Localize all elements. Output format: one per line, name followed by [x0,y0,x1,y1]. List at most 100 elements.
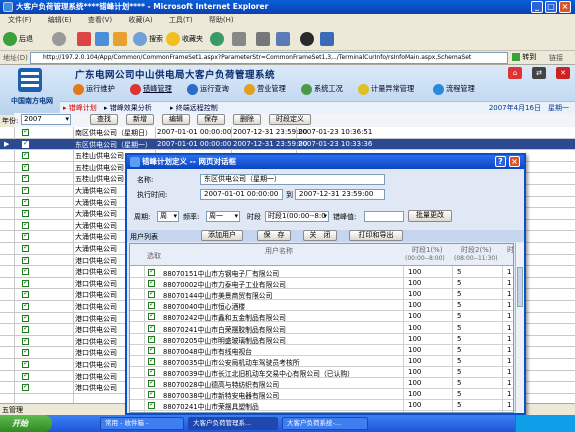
maximize-button[interactable]: □ [545,1,557,13]
year-select[interactable]: 2007 ▾ [21,114,71,125]
subnav-remote-control[interactable]: ▸ 终端远程控制 [170,103,218,113]
user-slot3[interactable]: 1 [507,312,511,320]
user-slot3[interactable]: 1 [507,290,511,298]
user-slot2[interactable]: 5 [457,379,461,387]
mail-button[interactable] [232,30,248,48]
user-checkbox[interactable] [148,323,155,332]
user-row[interactable]: 88070241中山市白荣摆胶制品有限公司 100 5 1 [130,323,513,334]
user-checkbox[interactable] [148,311,155,321]
dialog-help-button[interactable]: ? [495,156,506,167]
row-checkbox[interactable] [22,324,29,334]
user-checkbox[interactable] [148,278,155,288]
user-checkbox[interactable] [148,400,155,410]
exec-start-input[interactable]: 2007-01-01 00:00:00 [200,189,283,200]
back-button[interactable]: 后退 [3,30,33,48]
batch-change-button[interactable]: 批量更改 [408,210,452,222]
row-checkbox[interactable] [22,243,29,252]
user-slot3[interactable]: 1 [507,379,511,387]
user-checkbox[interactable] [148,345,155,354]
period-select[interactable]: 周 [157,211,179,222]
user-table-scrollbar[interactable] [515,243,524,413]
user-row[interactable]: 88070028中山德高与特纺织有限公司 100 5 1 [130,378,513,390]
user-checkbox[interactable] [148,356,155,365]
user-slot1[interactable]: 100 [408,312,421,320]
dialog-save-button[interactable]: 保 存 [257,230,291,241]
user-slot2[interactable]: 5 [457,324,461,332]
user-slot1[interactable]: 100 [408,290,421,298]
menu-file[interactable]: 文件(F) [8,16,32,24]
user-slot2[interactable]: 5 [457,301,461,309]
add-user-button[interactable]: 添加用户 [201,230,243,241]
user-checkbox[interactable] [148,289,155,299]
user-row[interactable]: 88070151中山市方钢电子厂有限公司 100 5 1 [130,267,513,279]
user-slot1[interactable]: 100 [408,301,421,309]
user-slot3[interactable]: 1 [507,368,511,376]
user-slot3[interactable]: 1 [507,301,511,309]
user-slot3[interactable]: 1 [507,279,511,287]
user-slot1[interactable]: 100 [408,346,421,354]
print-button[interactable] [256,30,272,48]
forward-button[interactable] [52,30,68,48]
user-slot2[interactable]: 5 [457,346,461,354]
nav-business-management[interactable]: 营业管理 [244,82,286,96]
switch-icon[interactable]: ⇄ [532,67,546,79]
period-define-button[interactable]: 时段定义 [269,114,311,125]
home-icon[interactable]: ⌂ [508,67,522,79]
user-slot1[interactable]: 100 [408,401,421,409]
nav-run-maintenance[interactable]: 运行维护 [73,82,115,96]
save-record-button[interactable]: 保存 [197,114,225,125]
row-checkbox[interactable] [22,359,29,368]
user-slot3[interactable]: 1 [507,401,511,409]
row-checkbox[interactable] [22,336,29,345]
user-row[interactable]: 88070040中山市恒心酒楼 100 5 1 [130,300,513,312]
user-slot2[interactable]: 5 [457,279,461,287]
user-slot2[interactable]: 5 [457,390,461,398]
menu-favorites[interactable]: 收藏(A) [128,16,152,24]
row-checkbox[interactable] [22,173,29,183]
home-button[interactable] [113,30,129,48]
user-row[interactable]: 88070035中山市公安局机动车驾驶员考核所 100 5 1 [130,356,513,367]
menu-edit[interactable]: 编辑(E) [48,16,72,24]
user-row[interactable]: 88070048中山市有线电视台 100 5 1 [130,345,513,356]
search-button[interactable]: 搜索 [133,30,163,48]
exec-end-input[interactable]: 2007-12-31 23:59:00 [295,189,385,200]
user-slot2[interactable]: 5 [457,335,461,343]
user-slot1[interactable]: 100 [408,379,421,387]
slot-select[interactable]: 时段1(00:00--8:0 [265,211,329,222]
user-slot1[interactable]: 100 [408,368,421,376]
user-slot1[interactable]: 100 [408,324,421,332]
edit-record-button[interactable]: 编辑 [162,114,190,125]
go-button[interactable]: 转到 [512,52,536,62]
address-input[interactable]: http://197.2.0.104/App/Common/CommonFram… [30,52,508,64]
messenger-button[interactable] [300,30,316,48]
user-slot2[interactable]: 5 [457,401,461,409]
subnav-peak-plan[interactable]: ▸ 错峰计划 [63,103,97,113]
user-slot1[interactable]: 100 [408,357,421,365]
name-input[interactable]: 东区供电公司（星期一） [200,174,385,185]
row-checkbox[interactable] [22,289,29,299]
minimize-button[interactable]: _ [531,1,543,13]
delete-button[interactable]: 删除 [233,114,261,125]
user-row[interactable]: 88070241中山市荣摆具塑制品 100 5 1 [130,400,513,412]
nav-run-query[interactable]: 运行查询 [187,82,229,96]
menu-view[interactable]: 查看(V) [88,16,112,24]
row-checkbox[interactable] [22,162,29,171]
user-slot3[interactable]: 1 [507,390,511,398]
user-row[interactable]: 88070039中山市长江北旧机动车交易中心有限公司（已认购） 100 5 1 [130,367,513,378]
row-checkbox[interactable] [22,255,29,264]
nav-process-management[interactable]: 流程管理 [433,82,475,96]
user-slot3[interactable]: 1 [507,335,511,343]
user-slot2[interactable]: 5 [457,357,461,365]
user-slot1[interactable]: 100 [408,268,421,276]
user-slot3[interactable]: 1 [507,357,511,365]
row-checkbox[interactable] [22,220,29,229]
find-button[interactable]: 查找 [90,114,118,125]
user-slot1[interactable]: 100 [408,335,421,343]
user-slot2[interactable]: 5 [457,368,461,376]
task-load-system-1[interactable]: 大客户负荷管理系... [188,417,278,430]
user-row[interactable]: 88070205中山市明盛玻璃制品有限公司 100 5 1 [130,334,513,345]
user-slot2[interactable]: 5 [457,290,461,298]
row-checkbox[interactable] [22,382,29,392]
user-row[interactable]: 88070144中山市美景商贸有限公司 100 5 1 [130,289,513,301]
refresh-button[interactable] [95,30,111,48]
